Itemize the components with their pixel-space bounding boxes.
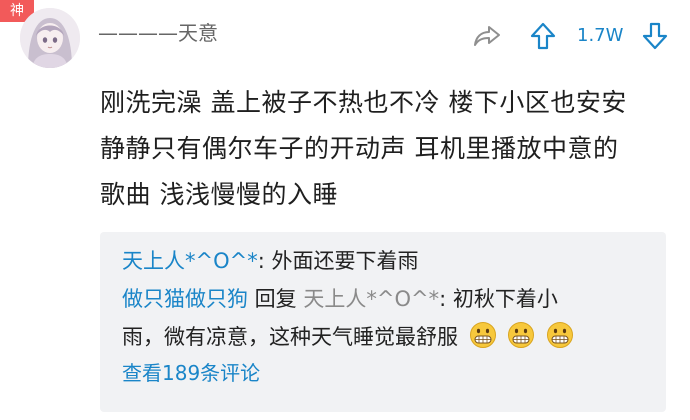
- reply-item: 天上人*^O^*: 外面还要下着雨: [122, 242, 666, 280]
- reply-item-continued: 雨，微有凉意，这种天气睡觉最舒服: [122, 318, 666, 356]
- vote-count: 1.7W: [577, 25, 624, 46]
- view-more-comments-link[interactable]: 查看189条评论: [122, 356, 666, 390]
- post-line: 静静只有偶尔车子的开动声 耳机里播放中意的: [100, 134, 619, 163]
- reply-item: 做只猫做只狗 回复 天上人*^O^*: 初秋下着小: [122, 280, 666, 318]
- reply-preview-box: 天上人*^O^*: 外面还要下着雨 做只猫做只狗 回复 天上人*^O^*: 初秋…: [100, 232, 666, 412]
- reply-username[interactable]: 做只猫做只狗: [122, 287, 248, 311]
- reply-separator: :: [257, 249, 265, 273]
- anime-girl-avatar-icon: [20, 8, 80, 68]
- grimacing-face-emoji-icon: [469, 322, 496, 348]
- user-avatar[interactable]: [20, 8, 80, 68]
- reply-target-username[interactable]: 天上人*^O^*: [303, 287, 439, 311]
- author-username[interactable]: ————天意: [98, 20, 218, 46]
- grimacing-face-emoji-icon: [547, 322, 574, 348]
- share-icon[interactable]: [472, 24, 502, 48]
- grimacing-face-emoji-icon: [508, 322, 535, 348]
- reply-username[interactable]: 天上人*^O^*: [122, 249, 258, 273]
- reply-separator: :: [439, 287, 453, 311]
- post-body: 刚洗完澡 盖上被子不热也不冷 楼下小区也安安 静静只有偶尔车子的开动声 耳机里播…: [100, 80, 680, 218]
- downvote-arrow-icon[interactable]: [642, 22, 668, 50]
- reply-text: 雨，微有凉意，这种天气睡觉最舒服: [122, 325, 458, 349]
- reply-text: 外面还要下着雨: [264, 249, 419, 273]
- post-line: 歌曲 浅浅慢慢的入睡: [100, 180, 338, 209]
- reply-word: 回复: [248, 287, 304, 311]
- upvote-arrow-icon[interactable]: [530, 22, 556, 50]
- post-line: 刚洗完澡 盖上被子不热也不冷 楼下小区也安安: [100, 88, 627, 117]
- reply-text: 初秋下着小: [452, 287, 558, 311]
